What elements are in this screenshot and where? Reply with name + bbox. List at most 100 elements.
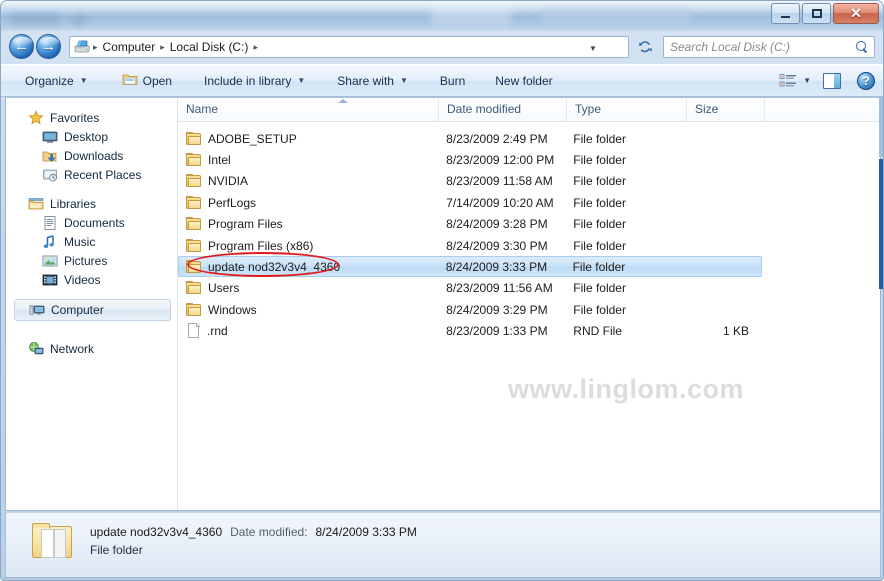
sidebar-label: Pictures: [64, 253, 108, 268]
minimize-button[interactable]: [771, 3, 800, 24]
toolbar-organize-button[interactable]: Organize ▼: [15, 69, 98, 93]
table-row[interactable]: NVIDIA 8/23/2009 11:58 AM File folder: [179, 171, 762, 192]
chevron-down-icon: ▼: [399, 76, 408, 85]
sidebar-group-favorites: Favorites Desktop Downloads Recent Place…: [6, 108, 177, 184]
command-toolbar: Organize ▼ Open Include in library ▼ Sha…: [1, 64, 883, 97]
file-list-pane[interactable]: Name Date modified Type Size ADOBE_SETUP…: [178, 98, 880, 510]
close-icon: ✕: [850, 5, 862, 21]
folder-icon: [186, 174, 202, 188]
details-pane: update nod32v3v4_4360 Date modified: 8/2…: [5, 512, 881, 578]
sidebar-item-music[interactable]: Music: [6, 232, 177, 251]
column-header-name[interactable]: Name: [178, 98, 439, 122]
file-name: PerfLogs: [208, 195, 257, 210]
toolbar-item-label: Share with: [337, 73, 394, 88]
sidebar-item-documents[interactable]: Documents: [6, 213, 177, 232]
preview-pane-icon[interactable]: [823, 72, 841, 89]
title-bar[interactable]: ✕: [1, 1, 883, 31]
downloads-icon: [42, 148, 58, 164]
details-item-name: update nod32v3v4_4360: [90, 525, 223, 539]
address-bar[interactable]: ▸ Computer ▸ Local Disk (C:) ▸ ▼: [69, 36, 629, 58]
maximize-icon: [803, 4, 830, 23]
table-row[interactable]: .rnd 8/23/2009 1:33 PM RND File 1 KB: [179, 321, 762, 342]
toolbar-share-with-button[interactable]: Share with ▼: [327, 69, 418, 93]
title-bar-blurred-region: [431, 7, 511, 25]
open-folder-icon: [122, 72, 138, 89]
sort-ascending-icon: [338, 99, 348, 103]
table-row[interactable]: Users 8/23/2009 11:56 AM File folder: [179, 278, 762, 299]
cell-name: Intel: [179, 152, 438, 167]
table-row[interactable]: Program Files (x86) 8/24/2009 3:30 PM File…: [179, 235, 762, 256]
column-label: Type: [575, 102, 602, 116]
breadcrumb-local-disk[interactable]: Local Disk (C:): [166, 37, 253, 57]
cell-date-modified: 8/24/2009 3:30 PM: [446, 238, 548, 253]
back-button[interactable]: ←: [9, 34, 34, 59]
scrollbar-thumb[interactable]: [879, 159, 883, 289]
scrollbar-track[interactable]: [879, 97, 883, 157]
toolbar-item-label: New folder: [495, 73, 553, 88]
toolbar-item-label: Organize: [25, 73, 74, 88]
sidebar-label: Recent Places: [64, 167, 142, 182]
sidebar-item-computer[interactable]: Computer: [14, 299, 171, 321]
sidebar-label: Favorites: [50, 110, 100, 125]
address-bar-row: ← → ▼ ▸ Computer ▸ Local Di: [1, 31, 883, 64]
cell-date-modified: 8/24/2009 3:33 PM: [445, 259, 548, 274]
change-view-icon[interactable]: [779, 73, 797, 89]
table-row[interactable]: Windows 8/24/2009 3:29 PM File folder: [179, 299, 762, 320]
cell-type: File folder: [573, 174, 626, 189]
sidebar-item-favorites[interactable]: Favorites: [6, 108, 177, 127]
sidebar-item-videos[interactable]: Videos: [6, 270, 177, 289]
column-label: Name: [186, 102, 219, 116]
table-row[interactable]: Program Files 8/24/2009 3:28 PM File folde…: [179, 214, 762, 235]
close-button[interactable]: ✕: [833, 3, 879, 24]
search-input[interactable]: Search Local Disk (C:): [670, 40, 856, 54]
forward-button[interactable]: →: [36, 34, 61, 59]
cell-size: 1 KB: [722, 324, 749, 339]
column-header-size[interactable]: Size: [687, 98, 765, 122]
cell-name: Users: [179, 281, 438, 295]
navigation-pane[interactable]: Favorites Desktop Downloads Recent Place…: [6, 98, 178, 510]
file-name: Program Files (x86): [208, 238, 314, 253]
table-row[interactable]: Intel 8/23/2009 12:00 PM File folder: [179, 149, 762, 170]
sidebar-item-recent-places[interactable]: Recent Places: [6, 165, 177, 184]
address-dropdown-button[interactable]: ▼: [584, 37, 602, 59]
breadcrumb-separator: ▸: [253, 41, 258, 52]
folder-icon: [186, 152, 202, 167]
column-label: Date modified: [447, 102, 522, 116]
cell-type: File folder: [573, 131, 626, 146]
sidebar-item-libraries[interactable]: Libraries: [6, 194, 177, 213]
pictures-icon: [42, 253, 58, 269]
toolbar-new-folder-button[interactable]: New folder: [485, 69, 562, 93]
table-row[interactable]: PerfLogs 7/14/2009 10:20 AM File folder: [179, 192, 762, 213]
sidebar-label: Network: [50, 341, 95, 356]
sidebar-item-desktop[interactable]: Desktop: [6, 127, 177, 146]
details-primary-line: update nod32v3v4_4360 Date modified: 8/2…: [90, 525, 417, 539]
content-area: Favorites Desktop Downloads Recent Place…: [5, 97, 881, 511]
breadcrumb-computer[interactable]: Computer: [99, 37, 160, 57]
refresh-button[interactable]: [633, 36, 657, 58]
search-box[interactable]: Search Local Disk (C:): [663, 36, 875, 58]
window-scrollbar[interactable]: [879, 97, 883, 511]
toolbar-include-in-library-button[interactable]: Include in library ▼: [194, 69, 315, 93]
network-icon: [28, 341, 44, 357]
toolbar-open-button[interactable]: Open: [112, 69, 182, 93]
sidebar-item-pictures[interactable]: Pictures: [6, 251, 177, 270]
column-header-date-modified[interactable]: Date modified: [439, 98, 567, 122]
cell-name: Program Files: [179, 217, 438, 231]
cell-date-modified: 8/23/2009 12:00 PM: [446, 152, 555, 167]
sidebar-item-downloads[interactable]: Downloads: [6, 146, 177, 165]
toolbar-burn-button[interactable]: Burn: [430, 69, 475, 93]
details-text-group: update nod32v3v4_4360 Date modified: 8/2…: [90, 521, 417, 557]
refresh-icon: [638, 40, 652, 52]
column-header-type[interactable]: Type: [567, 98, 687, 122]
table-row[interactable]: update nod32v3v4_4360 8/24/2009 3:33 PM Fi…: [178, 256, 762, 278]
view-dropdown-caret-icon[interactable]: ▼: [803, 76, 811, 85]
sidebar-item-network[interactable]: Network: [6, 339, 177, 358]
help-icon[interactable]: ?: [857, 71, 875, 90]
cell-name: NVIDIA: [179, 174, 438, 188]
table-row[interactable]: ADOBE_SETUP 8/23/2009 2:49 PM File folder: [179, 128, 762, 149]
cell-date-modified: 8/23/2009 2:49 PM: [446, 131, 548, 146]
cell-name: Program Files (x86): [179, 238, 438, 253]
cell-date-modified: 8/24/2009 3:28 PM: [446, 217, 548, 232]
maximize-button[interactable]: [802, 3, 831, 24]
sidebar-label: Computer: [51, 303, 104, 317]
